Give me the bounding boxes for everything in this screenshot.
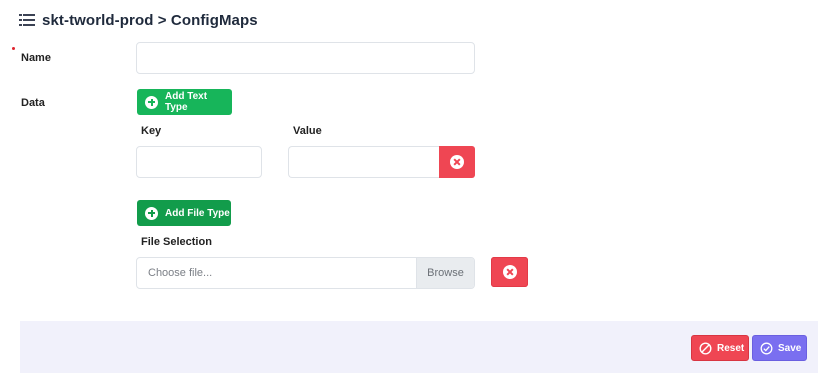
name-label: Name — [21, 52, 51, 64]
plus-circle-icon — [145, 95, 158, 109]
remove-file-row-button[interactable] — [491, 257, 528, 287]
data-label: Data — [21, 97, 45, 109]
close-circle-icon — [502, 265, 517, 279]
remove-text-row-button[interactable] — [439, 146, 475, 178]
reset-label: Reset — [717, 342, 745, 354]
close-circle-icon — [450, 155, 464, 169]
list-icon — [19, 13, 35, 27]
value-label: Value — [293, 125, 322, 137]
save-button[interactable]: Save — [752, 335, 807, 361]
add-text-type-label: Add Text Type — [165, 91, 208, 113]
browse-button[interactable]: Browse — [416, 258, 474, 288]
plus-circle-icon — [145, 206, 158, 220]
name-input[interactable] — [136, 42, 475, 74]
check-circle-icon — [760, 342, 773, 354]
reset-button[interactable]: Reset — [691, 335, 749, 361]
ban-icon — [699, 341, 712, 355]
file-placeholder: Choose file... — [148, 267, 213, 279]
page-title: skt-tworld-prod > ConfigMaps — [42, 11, 258, 29]
key-input[interactable] — [136, 146, 262, 178]
key-label: Key — [141, 125, 162, 137]
required-indicator — [12, 47, 15, 50]
add-file-type-button[interactable]: Add File Type — [137, 200, 231, 226]
page-header: skt-tworld-prod > ConfigMaps — [19, 10, 258, 30]
file-input[interactable]: Choose file... Browse — [136, 257, 475, 289]
file-selection-label: File Selection — [141, 236, 212, 248]
save-label: Save — [778, 342, 802, 354]
add-file-type-label: Add File Type — [165, 207, 230, 219]
value-input[interactable] — [288, 146, 440, 178]
add-text-type-button[interactable]: Add Text Type — [137, 89, 232, 115]
